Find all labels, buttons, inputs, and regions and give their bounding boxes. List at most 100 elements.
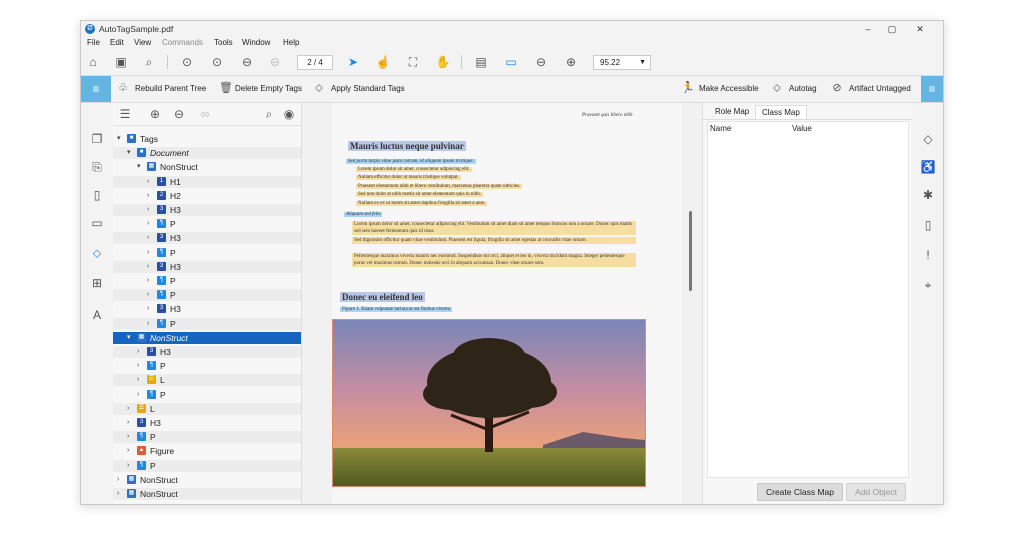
tag-tree-row[interactable]: › ☰ L [113,374,301,387]
add-object-button[interactable]: Add Object [846,483,906,501]
collapse-chevron-icon[interactable]: › [137,374,139,386]
tag-tree-row[interactable]: › ¶ P [113,317,301,330]
location-pin-icon[interactable]: ⌖ [920,277,936,293]
tag-tree-row[interactable]: › 3 H3 [113,204,301,216]
heading-2[interactable]: Donec eu eleifend leo [340,292,425,302]
collapse-chevron-icon[interactable]: › [147,303,149,315]
collapse-chevron-icon[interactable]: › [147,289,149,301]
layers-icon[interactable]: ⊞ [89,275,105,291]
collapse-chevron-icon[interactable]: › [147,318,149,330]
tag-tree-row[interactable]: › 3 H3 [113,232,301,245]
pages-icon[interactable]: ❐ [89,131,105,147]
tag-tree-row[interactable]: ▾ ▦ NonStruct [113,331,301,344]
collapse-chevron-icon[interactable]: › [127,403,129,415]
tag-tree-row[interactable]: › ¶ P [113,389,301,401]
class-map-table[interactable]: Name Value [707,121,909,478]
home-icon[interactable]: ⌂ [85,54,101,70]
bug-icon[interactable]: ✱ [920,187,936,203]
list-item[interactable]: Praesent elementum nibh et libero vestib… [356,183,523,189]
back-icon[interactable]: ⊖ [239,54,255,70]
menu-file[interactable]: File [87,38,100,47]
remove-tag-icon[interactable]: ⊖ [171,106,187,122]
collapse-chevron-icon[interactable]: › [117,488,119,500]
collapse-chevron-icon[interactable]: › [127,445,129,457]
tab-class-map[interactable]: Class Map [755,105,807,119]
collapse-chevron-icon[interactable]: › [137,389,139,401]
next-page-icon[interactable]: ⊙ [209,54,225,70]
tag-tree-row[interactable]: › ¶ P [113,459,301,472]
list-item[interactable]: Lorem ipsum dolor sit amet, consectetur … [356,167,472,172]
figure-caption[interactable]: Figure 1. Etiam vulputate lacinia ut est… [340,307,453,312]
tab-role-map[interactable]: Role Map [709,105,755,118]
expand-chevron-icon[interactable]: ▾ [127,147,131,159]
tag-tree-row[interactable]: › ☰ L [113,402,301,415]
tag-tree-row[interactable]: › 3 H3 [113,260,301,273]
zoom-in-icon[interactable]: ⊕ [563,54,579,70]
collapse-chevron-icon[interactable]: › [147,176,149,188]
vertical-scrollbar-thumb[interactable] [689,211,692,291]
maximize-button[interactable]: ▢ [881,23,903,35]
menu-edit[interactable]: Edit [110,38,124,47]
text-icon[interactable]: A [89,307,105,323]
bookmarks-icon[interactable]: ⎘ [89,159,105,175]
collapse-chevron-icon[interactable]: › [137,346,139,358]
list-item[interactable]: Sed non dolor at nibh mattis sit amet el… [356,192,484,198]
page-number-field[interactable]: 2 / 4 [297,55,333,70]
expand-chevron-icon[interactable]: ▾ [117,133,121,145]
tag-tree-row[interactable]: › ¶ P [113,289,301,302]
collapse-chevron-icon[interactable]: › [117,474,119,486]
tag-tree-row[interactable]: › ¶ P [113,360,301,372]
heading-1[interactable]: Mauris luctus neque pulvinar [348,141,466,151]
save-icon[interactable]: ▣ [113,54,129,70]
left-panel-toggle-icon[interactable]: ≡ [81,76,111,102]
tag-tree-row[interactable]: › ▦ NonStruct [113,474,301,486]
delete-empty-tags-button[interactable]: Delete Empty Tags [235,84,302,93]
autotag-button[interactable]: Autotag [789,84,817,93]
zoom-out-icon[interactable]: ⊖ [533,54,549,70]
collapse-chevron-icon[interactable]: › [147,247,149,259]
tags-icon[interactable]: ⬦ [89,245,105,261]
zoom-field[interactable]: 95.22 ▼ [593,55,651,70]
find-icon[interactable]: ⌕ [261,106,277,122]
expand-chevron-icon[interactable]: ▾ [127,332,131,344]
collapse-chevron-icon[interactable]: › [147,275,149,287]
fit-width-icon[interactable]: ▭ [503,54,519,70]
menu-view[interactable]: View [134,38,151,47]
tag-tree-row[interactable]: › 3 H3 [113,303,301,315]
menu-tools[interactable]: Tools [214,38,233,47]
previous-page-icon[interactable]: ⊙ [179,54,195,70]
list-item[interactable]: Pellentesque maximus viverra mauris nec … [352,253,636,267]
tag-tree-row[interactable]: ▾ ▦ NonStruct [113,161,301,173]
forward-icon[interactable]: ⊖ [267,54,283,70]
comments-icon[interactable]: ▭ [89,215,105,231]
collapse-chevron-icon[interactable]: › [147,190,149,202]
collapse-chevron-icon[interactable]: › [127,431,129,443]
tag-tree-row[interactable]: › ▲ Figure [113,445,301,457]
close-button[interactable]: ✕ [909,23,931,35]
menu-help[interactable]: Help [283,38,299,47]
artifact-untagged-button[interactable]: Artifact Untagged [849,84,911,93]
right-panel-toggle-icon[interactable]: ≡ [921,76,943,102]
hand-select-icon[interactable]: ☝ [375,54,391,70]
menu-list-icon[interactable]: ☰ [117,106,133,122]
collapse-chevron-icon[interactable]: › [137,360,139,372]
column-header-name[interactable]: Name [710,124,731,133]
collapse-chevron-icon[interactable]: › [147,204,149,216]
tag-tree-row[interactable]: › ¶ P [113,218,301,230]
list-item[interactable]: Sed dignissim efficitur quam vitae vesti… [352,237,636,244]
list-item[interactable]: Nullam efficitur dolor ut mauris tristiq… [356,175,461,181]
figure-image[interactable] [332,319,646,487]
minimize-button[interactable]: – [857,23,879,35]
tag-tree-row[interactable]: › ¶ P [113,247,301,259]
add-tag-icon[interactable]: ⊕ [147,106,163,122]
column-header-value[interactable]: Value [792,124,812,133]
subheading-1[interactable]: Sed porta turpis vitae justo rutrum, id … [346,159,476,164]
pan-tool-icon[interactable]: ✋ [435,54,451,70]
tag-tree-row[interactable]: › 2 H2 [113,190,301,202]
list-item[interactable]: Nullam ex ex ut lorem sit amet dapibus f… [356,200,488,206]
file-check-icon[interactable]: ▯ [920,217,936,233]
tag-tree-row[interactable]: › ¶ P [113,275,301,287]
link-icon[interactable]: ∞ [197,106,213,122]
list-item[interactable]: Lorem ipsum dolor sit amet, consectetur … [352,221,636,235]
search-icon[interactable]: ⌕ [141,54,157,70]
